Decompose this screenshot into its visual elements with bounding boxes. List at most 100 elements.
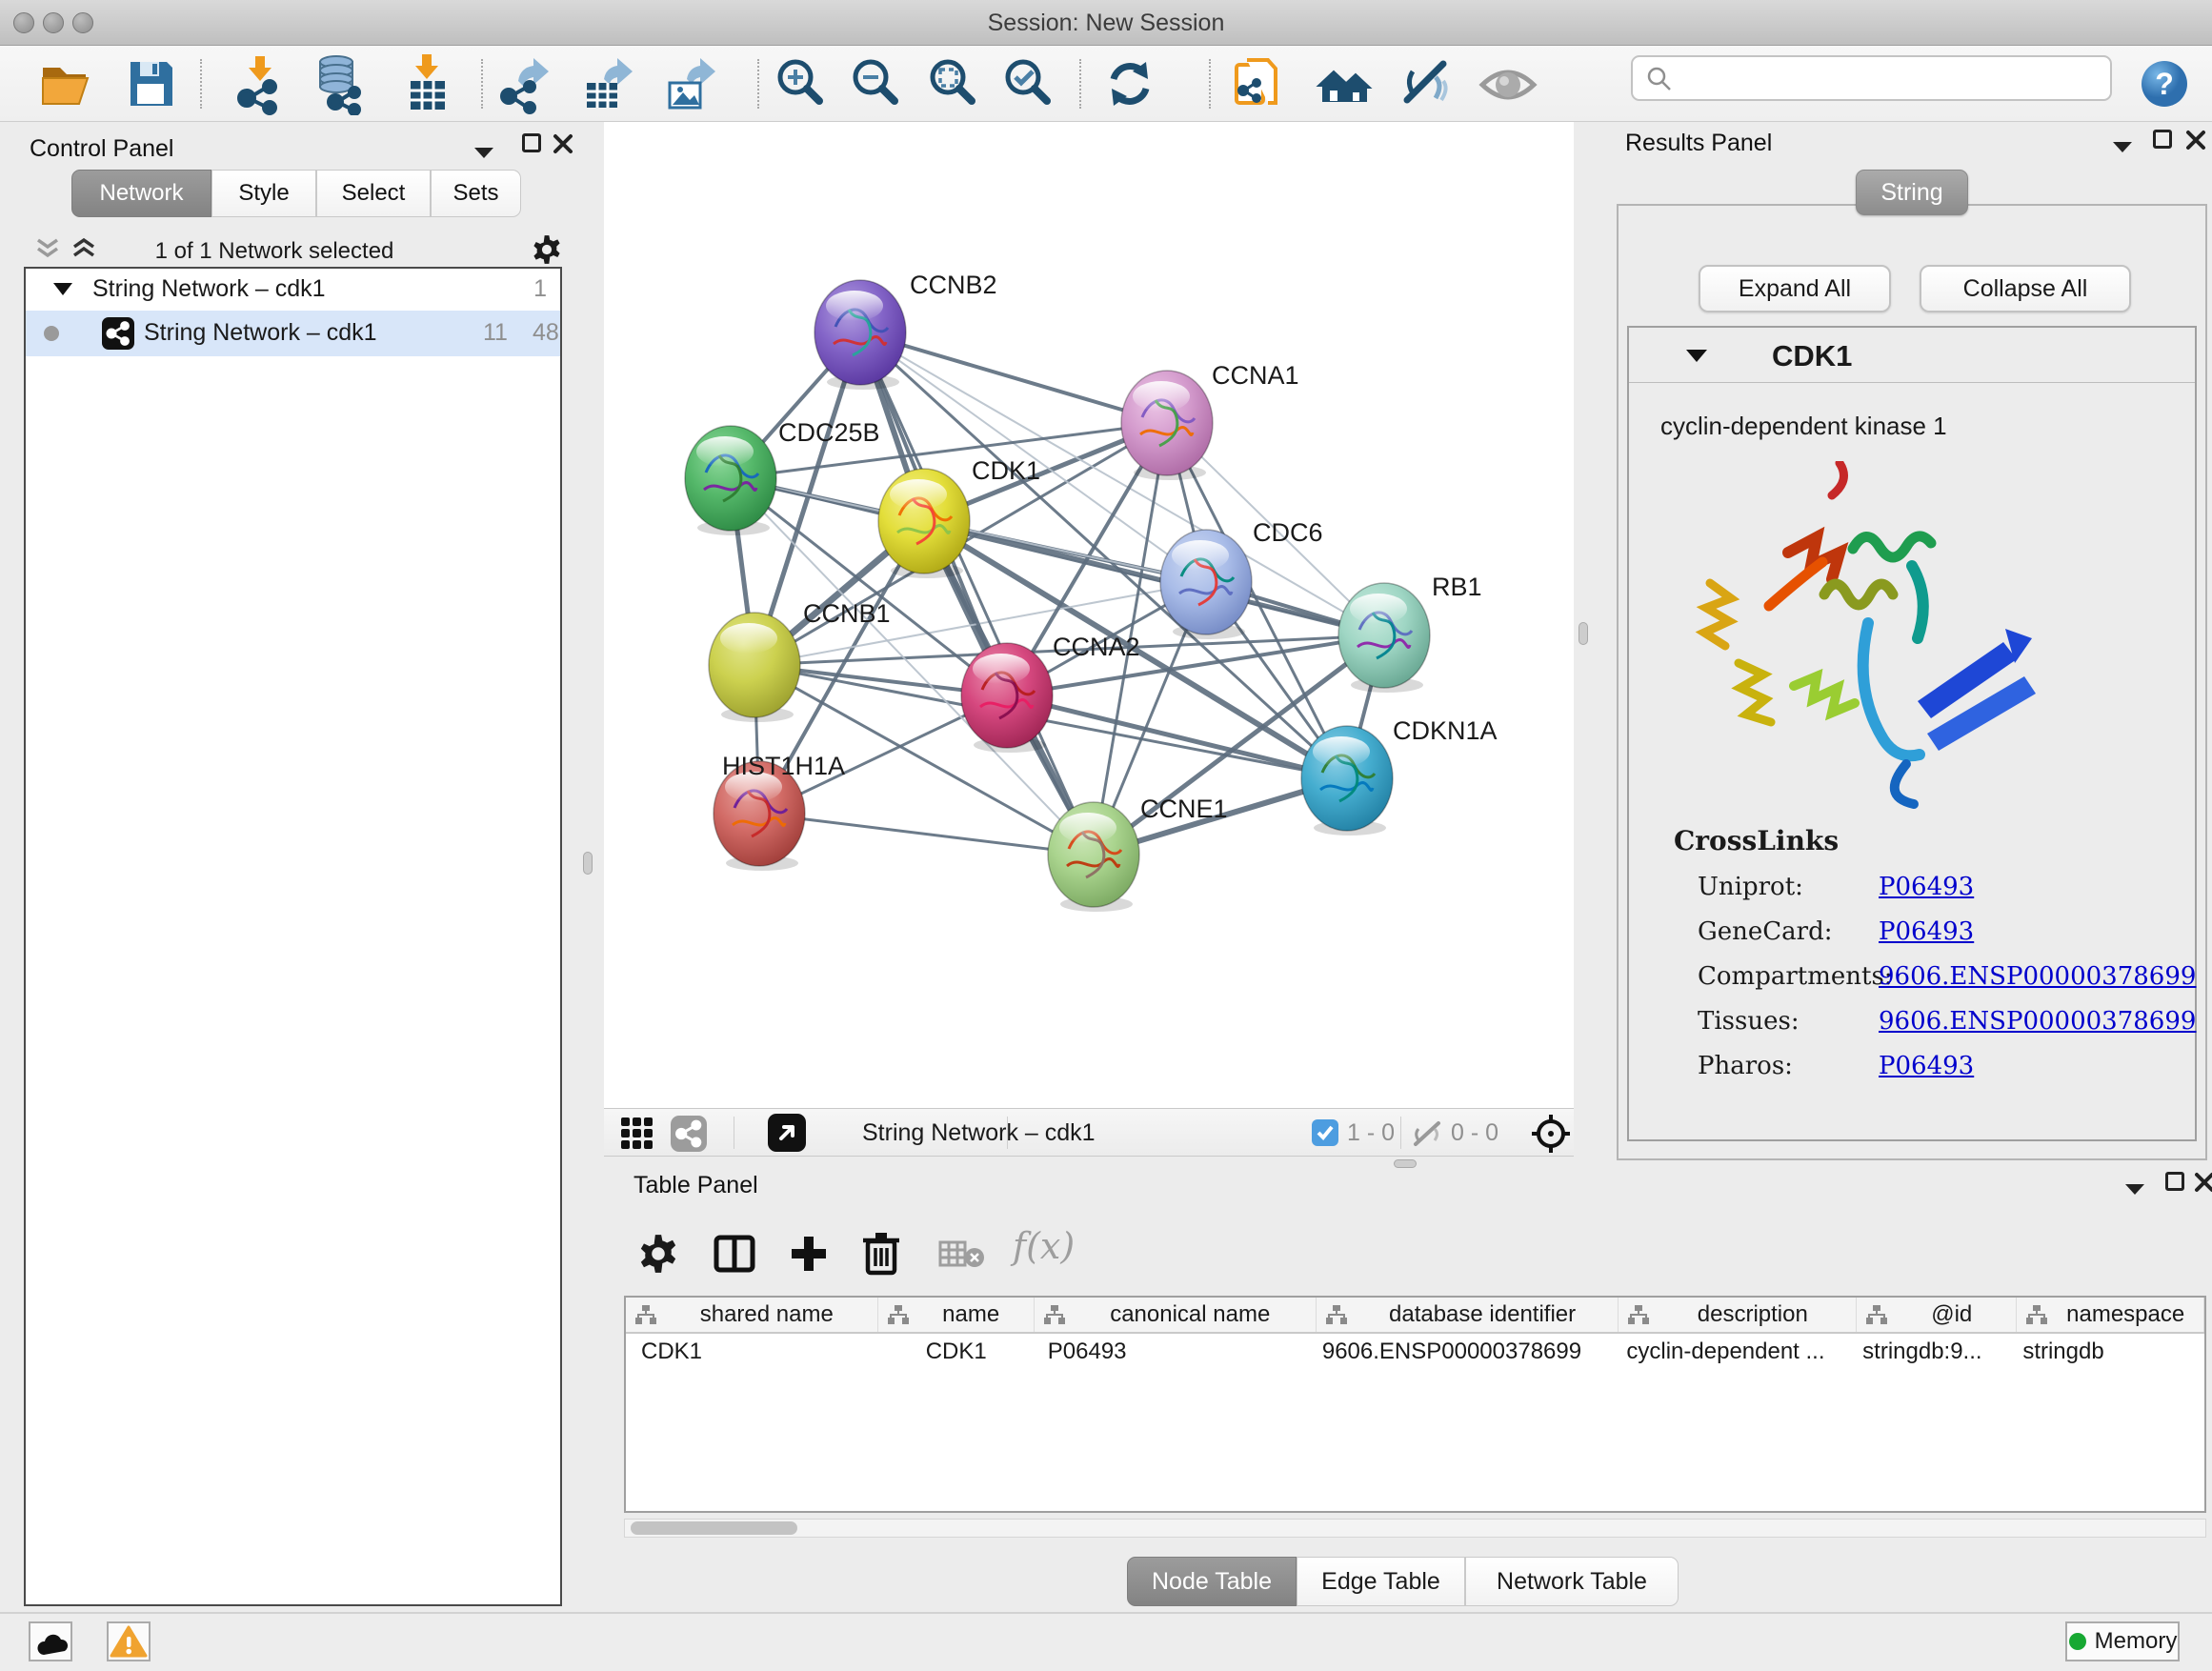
network-options-gear-icon[interactable] [530, 232, 564, 267]
control-splitter-handle[interactable] [583, 852, 593, 875]
birdseye-external-icon[interactable] [768, 1114, 806, 1152]
column-header-description[interactable]: description [1619, 1298, 1857, 1332]
import-network-database-icon[interactable] [307, 52, 370, 115]
network-collection-row[interactable]: String Network – cdk1 1 [26, 271, 560, 312]
results-panel-close-icon[interactable] [2185, 130, 2206, 151]
node-CDC25B[interactable] [685, 426, 776, 535]
card-collapse-icon[interactable] [1684, 347, 1709, 364]
column-header-canonical-name[interactable]: canonical name [1035, 1298, 1317, 1332]
node-CCNA2[interactable] [961, 643, 1053, 753]
node-CCNA1[interactable] [1121, 371, 1213, 480]
node-CCNB2[interactable] [814, 280, 906, 390]
string-import-document-icon[interactable] [1228, 52, 1291, 115]
eye-icon[interactable] [1477, 52, 1539, 115]
open-session-icon[interactable] [35, 52, 98, 115]
results-panel-float-icon[interactable] [2153, 130, 2172, 149]
cloud-button[interactable] [29, 1621, 72, 1661]
selected-checkbox-icon[interactable] [1312, 1119, 1338, 1146]
search-box[interactable] [1631, 55, 2112, 101]
zoom-selected-icon[interactable] [996, 52, 1059, 115]
tab-node-table[interactable]: Node Table [1127, 1557, 1297, 1606]
table-panel-close-icon[interactable] [2194, 1172, 2212, 1193]
help-icon[interactable]: ? [2140, 59, 2189, 109]
control-panel-close-icon[interactable] [553, 133, 573, 154]
collapse-all-button[interactable]: Collapse All [1920, 265, 2131, 312]
results-panel: Results Panel String Expand All Collapse… [1612, 122, 2212, 1170]
control-panel-float-icon[interactable] [522, 133, 541, 152]
crosshair-icon[interactable] [1530, 1113, 1572, 1155]
edge-CCNB2-CCNA1[interactable] [860, 332, 1167, 423]
table-cell[interactable]: P06493 [1035, 1334, 1317, 1370]
column-header--id[interactable]: @id [1857, 1298, 2017, 1332]
table-row[interactable]: CDK1CDK1P064939606.ENSP00000378699cyclin… [626, 1334, 2204, 1370]
export-image-icon[interactable] [658, 52, 721, 115]
table-gear-icon[interactable] [635, 1231, 681, 1277]
zoom-out-icon[interactable] [844, 52, 907, 115]
delete-column-trash-icon[interactable] [858, 1229, 904, 1277]
tab-network-table[interactable]: Network Table [1465, 1557, 1679, 1606]
tab-style[interactable]: Style [211, 170, 316, 217]
table-splitter-handle[interactable] [1394, 1159, 1417, 1168]
protein-card-header[interactable]: CDK1 [1629, 328, 2195, 383]
table-cell[interactable]: cyclin-dependent ... [1619, 1334, 1857, 1370]
crosslink-link[interactable]: P06493 [1879, 873, 1974, 901]
results-splitter-handle[interactable] [1579, 622, 1588, 645]
column-header-namespace[interactable]: namespace [2017, 1298, 2204, 1332]
table-cell[interactable]: CDK1 [626, 1334, 878, 1370]
memory-button[interactable]: Memory [2065, 1621, 2180, 1661]
tab-select[interactable]: Select [316, 170, 431, 217]
table-cell[interactable]: CDK1 [878, 1334, 1035, 1370]
import-table-file-icon[interactable] [396, 52, 459, 115]
collapse-triangle-icon[interactable] [51, 280, 74, 297]
add-column-icon[interactable] [786, 1231, 832, 1277]
column-header-name[interactable]: name [878, 1298, 1035, 1332]
grid-view-icon[interactable] [619, 1116, 655, 1152]
houses-icon[interactable] [1313, 52, 1376, 115]
network-canvas[interactable]: CCNB2CCNA1CDC25BCDK1CDC6RB1CCNB1CCNA2CDK… [604, 122, 1574, 1108]
node-CDK1[interactable] [878, 469, 970, 578]
apply-layout-refresh-icon[interactable] [1098, 52, 1161, 115]
column-header-shared-name[interactable]: shared name [626, 1298, 878, 1332]
hidden-eye-slash-icon[interactable] [1410, 1117, 1444, 1150]
edge-CCNE1-HIST1H1A[interactable] [759, 814, 1094, 855]
tab-edge-table[interactable]: Edge Table [1297, 1557, 1465, 1606]
network-share-gray-icon[interactable] [671, 1116, 707, 1152]
import-network-file-icon[interactable] [230, 52, 292, 115]
crosslink-link[interactable]: P06493 [1879, 1052, 1974, 1080]
network-selection-status: 1 of 1 Network selected [8, 238, 541, 265]
results-panel-menu-icon[interactable] [2111, 139, 2134, 154]
network-row-selected[interactable]: String Network – cdk1 11 48 [26, 311, 560, 356]
node-RB1[interactable] [1338, 583, 1430, 693]
node-CDKN1A[interactable] [1301, 726, 1393, 836]
show-columns-icon[interactable] [712, 1231, 757, 1277]
save-session-icon[interactable] [119, 52, 182, 115]
table-panel-float-icon[interactable] [2165, 1172, 2184, 1191]
tab-sets[interactable]: Sets [431, 170, 521, 217]
crosslink-link[interactable]: P06493 [1879, 917, 1974, 946]
column-header-database-identifier[interactable]: database identifier [1317, 1298, 1619, 1332]
export-network-icon[interactable] [493, 52, 556, 115]
table-cell[interactable]: stringdb [2017, 1334, 2204, 1370]
node-CCNE1[interactable] [1048, 802, 1139, 912]
zoom-fit-icon[interactable] [921, 52, 984, 115]
search-input[interactable] [1679, 61, 2098, 95]
edge-CCNB2-CCNE1[interactable] [860, 332, 1094, 855]
table-panel-menu-icon[interactable] [2123, 1181, 2146, 1197]
tab-string[interactable]: String [1856, 170, 1968, 215]
zoom-in-icon[interactable] [769, 52, 832, 115]
table-hscrollbar[interactable] [624, 1519, 2206, 1538]
glass-ball-toggle-icon[interactable] [1394, 52, 1457, 115]
export-table-icon[interactable] [575, 52, 638, 115]
warning-button[interactable] [107, 1621, 151, 1661]
table-cell[interactable]: stringdb:9... [1857, 1334, 2017, 1370]
expand-all-button[interactable]: Expand All [1699, 265, 1891, 312]
column-hierarchy-icon [1628, 1305, 1649, 1324]
crosslink-link[interactable]: 9606.ENSP00000378699 [1879, 962, 2196, 991]
table-hscrollbar-thumb[interactable] [631, 1521, 797, 1535]
tab-network[interactable]: Network [71, 170, 211, 217]
control-panel-menu-icon[interactable] [473, 145, 495, 160]
node-CDC6[interactable] [1160, 530, 1252, 639]
crosslink-link[interactable]: 9606.ENSP00000378699 [1879, 1007, 2196, 1036]
table-cell[interactable]: 9606.ENSP00000378699 [1317, 1334, 1619, 1370]
node-CCNB1[interactable] [709, 613, 800, 722]
